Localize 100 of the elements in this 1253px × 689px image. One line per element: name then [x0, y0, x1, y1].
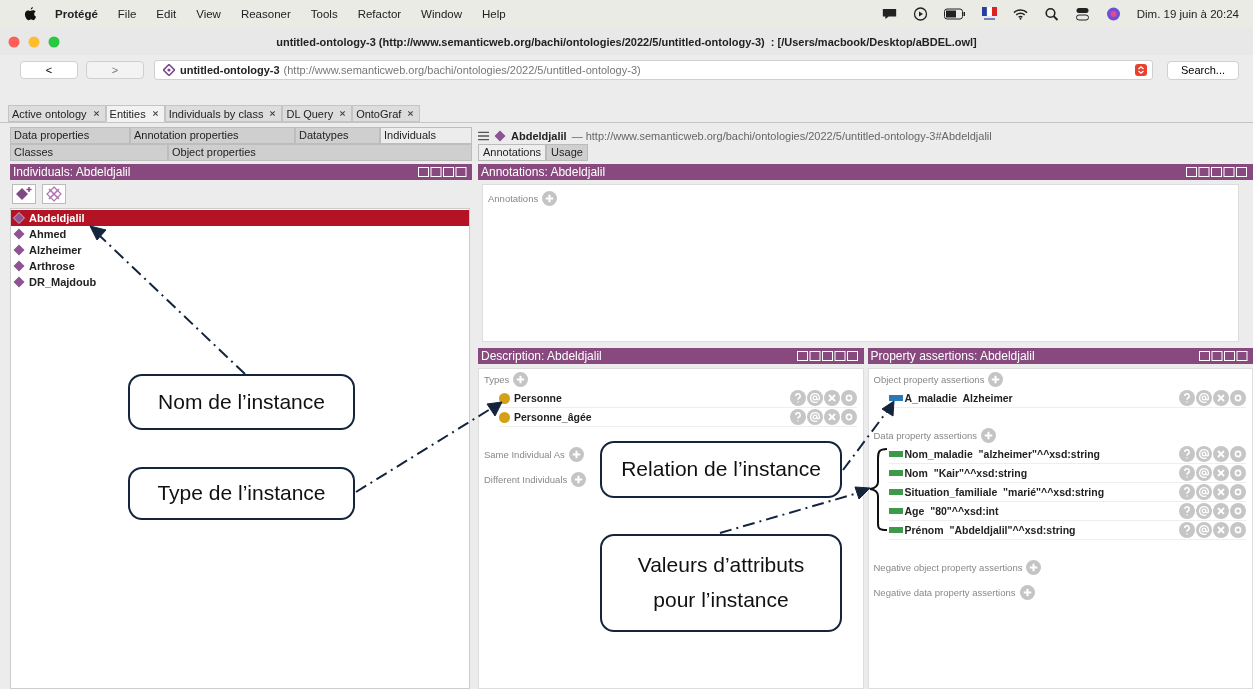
search-icon[interactable] — [1043, 7, 1059, 21]
menu-item[interactable]: Edit — [156, 8, 177, 20]
tab[interactable]: Entities — [105, 105, 165, 122]
battery-icon[interactable] — [943, 7, 966, 21]
dropdown-icon[interactable] — [1135, 64, 1147, 76]
window-title: untitled-ontology-3 (http://www.semanticweb.org/bachi/ontologies/2022/5/untitled-ontology-3) : [/Users/macbook/Desktop/aBDEL.owl] — [275, 35, 978, 48]
panel-title: Description: Abdeldjalil — [481, 349, 602, 363]
individual-icon — [13, 260, 25, 272]
delete-icon[interactable] — [823, 409, 840, 425]
at-sign-icon[interactable] — [806, 390, 823, 406]
individual-icon — [13, 244, 25, 256]
delete-icon[interactable] — [1213, 503, 1229, 519]
help-icon[interactable] — [789, 409, 806, 425]
close-icon[interactable] — [269, 110, 277, 117]
close-icon[interactable] — [339, 110, 347, 117]
entity-tab[interactable]: Individuals — [380, 127, 472, 144]
menu-item[interactable]: Reasoner — [240, 8, 291, 20]
delete-icon[interactable] — [1213, 446, 1229, 462]
toggles-icon[interactable] — [1074, 7, 1090, 21]
at-sign-icon[interactable] — [1196, 522, 1212, 538]
delete-icon[interactable] — [823, 390, 840, 406]
ontology-address-field[interactable]: untitled-ontology-3 (http://www.semanticweb.org/bachi/ontologies/2022/5/untitled-ontology-3) — [154, 60, 1153, 80]
entity-iri: — http://www.semanticweb.org/bachi/ontologies/2022/5/untitled-ontology-3#Abdeldjalil — [571, 129, 992, 142]
menu-item[interactable]: Help — [482, 8, 506, 20]
help-icon[interactable] — [1179, 503, 1195, 519]
menu-item[interactable]: Refactor — [357, 8, 402, 20]
add-icon[interactable] — [1026, 560, 1042, 575]
help-icon[interactable] — [1179, 465, 1195, 481]
app-menu[interactable]: Protégé — [55, 8, 98, 20]
close-icon[interactable] — [407, 110, 415, 117]
add-icon[interactable] — [1019, 585, 1035, 600]
at-sign-icon[interactable] — [1196, 390, 1212, 406]
add-icon[interactable] — [542, 191, 558, 206]
at-sign-icon[interactable] — [1196, 484, 1212, 500]
tab[interactable]: OntoGraf — [352, 105, 421, 122]
tab-label: Entities — [109, 107, 146, 120]
add-icon[interactable] — [513, 372, 529, 387]
help-icon[interactable] — [1179, 484, 1195, 500]
help-icon[interactable] — [789, 390, 806, 406]
at-sign-icon[interactable] — [806, 409, 823, 425]
class-icon — [499, 392, 510, 404]
entity-tab[interactable]: Object properties — [168, 144, 472, 161]
view-controls-icon[interactable] — [1199, 351, 1248, 361]
individual-item[interactable]: DR_Majdoub — [11, 274, 469, 290]
entity-tab[interactable]: Classes — [10, 144, 168, 161]
delete-icon[interactable] — [1213, 484, 1229, 500]
view-controls-icon[interactable] — [1186, 167, 1248, 177]
section-label: Types — [484, 374, 510, 385]
add-icon[interactable] — [571, 472, 587, 487]
menu-item[interactable]: Tools — [310, 8, 338, 20]
view-tab[interactable]: Usage — [546, 144, 588, 161]
tab[interactable]: Active ontology — [8, 105, 106, 122]
entity-tab[interactable]: Annotation properties — [130, 127, 295, 144]
property-icon — [888, 470, 903, 476]
menu-item[interactable]: File — [117, 8, 137, 20]
add-icon[interactable] — [988, 372, 1004, 387]
view-controls-icon[interactable] — [418, 167, 467, 177]
apple-icon[interactable] — [24, 6, 37, 22]
menu-item[interactable]: View — [196, 8, 221, 20]
entity-tab[interactable]: Datatypes — [295, 127, 380, 144]
entity-tab[interactable]: Data properties — [10, 127, 130, 144]
search-button[interactable]: Search... — [1167, 60, 1239, 80]
menu-item[interactable]: Window — [421, 8, 462, 20]
add-icon[interactable] — [568, 447, 584, 462]
view-tab[interactable]: Annotations — [478, 144, 547, 161]
individual-item[interactable]: Alzheimer — [11, 242, 469, 258]
individual-item[interactable]: Ahmed — [11, 226, 469, 242]
add-icon[interactable] — [981, 428, 996, 443]
help-icon[interactable] — [1179, 446, 1195, 462]
at-sign-icon[interactable] — [1196, 446, 1212, 462]
tab[interactable]: DL Query — [282, 105, 353, 122]
close-icon[interactable] — [151, 110, 159, 117]
chat-icon[interactable] — [881, 7, 897, 21]
section-label: Object property assertions — [873, 374, 985, 385]
menu-icon[interactable] — [478, 130, 489, 141]
individual-item[interactable]: Abdeldjalil — [11, 210, 469, 226]
help-icon[interactable] — [1179, 390, 1195, 406]
wifi-icon[interactable] — [1012, 7, 1028, 21]
at-sign-icon[interactable] — [1196, 503, 1212, 519]
traffic-lights-icon[interactable] — [8, 35, 60, 48]
section-label: Different Individuals — [484, 474, 568, 485]
forward-button[interactable]: > — [86, 61, 144, 79]
delete-icon[interactable] — [1213, 522, 1229, 538]
add-individual-icon[interactable] — [12, 184, 36, 204]
property-icon — [888, 395, 903, 401]
flag-icon[interactable] — [981, 7, 997, 21]
delete-icon[interactable] — [1213, 465, 1229, 481]
callout-arrow — [842, 400, 895, 471]
delete-icon[interactable] — [1213, 390, 1229, 406]
play-icon[interactable] — [912, 7, 928, 21]
close-icon[interactable] — [92, 110, 100, 117]
delete-individual-icon[interactable] — [42, 184, 66, 204]
view-controls-icon[interactable] — [796, 351, 859, 361]
at-sign-icon[interactable] — [1196, 465, 1212, 481]
section-label: Negative object property assertions — [873, 562, 1023, 573]
individual-item[interactable]: Arthrose — [11, 258, 469, 274]
back-button[interactable]: < — [20, 61, 78, 79]
tab[interactable]: Individuals by class — [164, 105, 283, 122]
help-icon[interactable] — [1179, 522, 1195, 538]
panel-title: Annotations: Abdeldjalil — [481, 165, 606, 179]
